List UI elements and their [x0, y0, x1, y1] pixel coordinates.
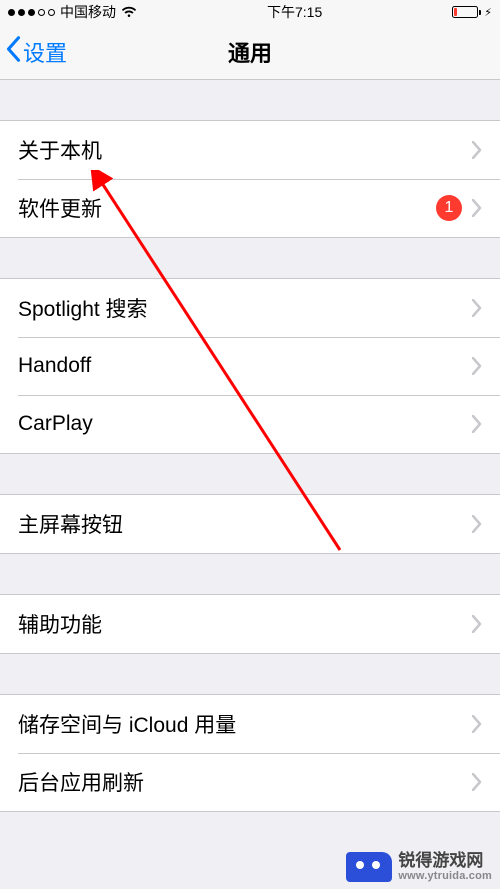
- back-label: 设置: [23, 36, 67, 68]
- settings-group: 关于本机 软件更新 1: [0, 120, 500, 238]
- wifi-icon: [121, 6, 137, 18]
- cell-label: 软件更新: [18, 193, 436, 223]
- status-right: ⚡︎: [452, 6, 492, 19]
- cell-carplay[interactable]: CarPlay: [0, 395, 500, 453]
- settings-group: Spotlight 搜索 Handoff CarPlay: [0, 278, 500, 454]
- charging-icon: ⚡︎: [484, 6, 492, 19]
- cell-label: Handoff: [18, 354, 472, 378]
- notification-badge: 1: [436, 195, 462, 221]
- chevron-right-icon: [472, 199, 482, 217]
- watermark-text: 锐得游戏网 www.ytruida.com: [398, 851, 492, 883]
- chevron-right-icon: [472, 773, 482, 791]
- settings-group: 辅助功能: [0, 594, 500, 654]
- cell-label: 辅助功能: [18, 609, 472, 639]
- chevron-right-icon: [472, 715, 482, 733]
- cell-label: 储存空间与 iCloud 用量: [18, 709, 472, 739]
- nav-bar: 设置 通用: [0, 24, 500, 80]
- watermark: 锐得游戏网 www.ytruida.com: [338, 845, 500, 889]
- cell-background-refresh[interactable]: 后台应用刷新: [0, 753, 500, 811]
- cell-spotlight[interactable]: Spotlight 搜索: [0, 279, 500, 337]
- carrier-label: 中国移动: [60, 2, 116, 22]
- cell-label: Spotlight 搜索: [18, 293, 472, 323]
- status-bar: 中国移动 下午7:15 ⚡︎: [0, 0, 500, 24]
- chevron-left-icon: [6, 36, 21, 68]
- watermark-logo-icon: [346, 852, 392, 882]
- cell-label: 关于本机: [18, 135, 472, 165]
- settings-group: 主屏幕按钮: [0, 494, 500, 554]
- cell-about[interactable]: 关于本机: [0, 121, 500, 179]
- cell-label: CarPlay: [18, 412, 472, 436]
- watermark-line1: 锐得游戏网: [398, 851, 492, 871]
- chevron-right-icon: [472, 299, 482, 317]
- cell-handoff[interactable]: Handoff: [0, 337, 500, 395]
- settings-group: 储存空间与 iCloud 用量 后台应用刷新: [0, 694, 500, 812]
- battery-icon: [452, 6, 478, 18]
- cell-label: 后台应用刷新: [18, 767, 472, 797]
- status-left: 中国移动: [8, 2, 137, 22]
- chevron-right-icon: [472, 415, 482, 433]
- cell-storage-icloud[interactable]: 储存空间与 iCloud 用量: [0, 695, 500, 753]
- back-button[interactable]: 设置: [0, 36, 73, 68]
- cell-accessibility[interactable]: 辅助功能: [0, 595, 500, 653]
- watermark-line2: www.ytruida.com: [398, 870, 492, 883]
- cell-software-update[interactable]: 软件更新 1: [0, 179, 500, 237]
- status-time: 下午7:15: [267, 2, 322, 22]
- cell-home-button[interactable]: 主屏幕按钮: [0, 495, 500, 553]
- page-title: 通用: [0, 36, 500, 68]
- chevron-right-icon: [472, 141, 482, 159]
- chevron-right-icon: [472, 515, 482, 533]
- chevron-right-icon: [472, 357, 482, 375]
- signal-strength-icon: [8, 9, 55, 16]
- chevron-right-icon: [472, 615, 482, 633]
- cell-label: 主屏幕按钮: [18, 509, 472, 539]
